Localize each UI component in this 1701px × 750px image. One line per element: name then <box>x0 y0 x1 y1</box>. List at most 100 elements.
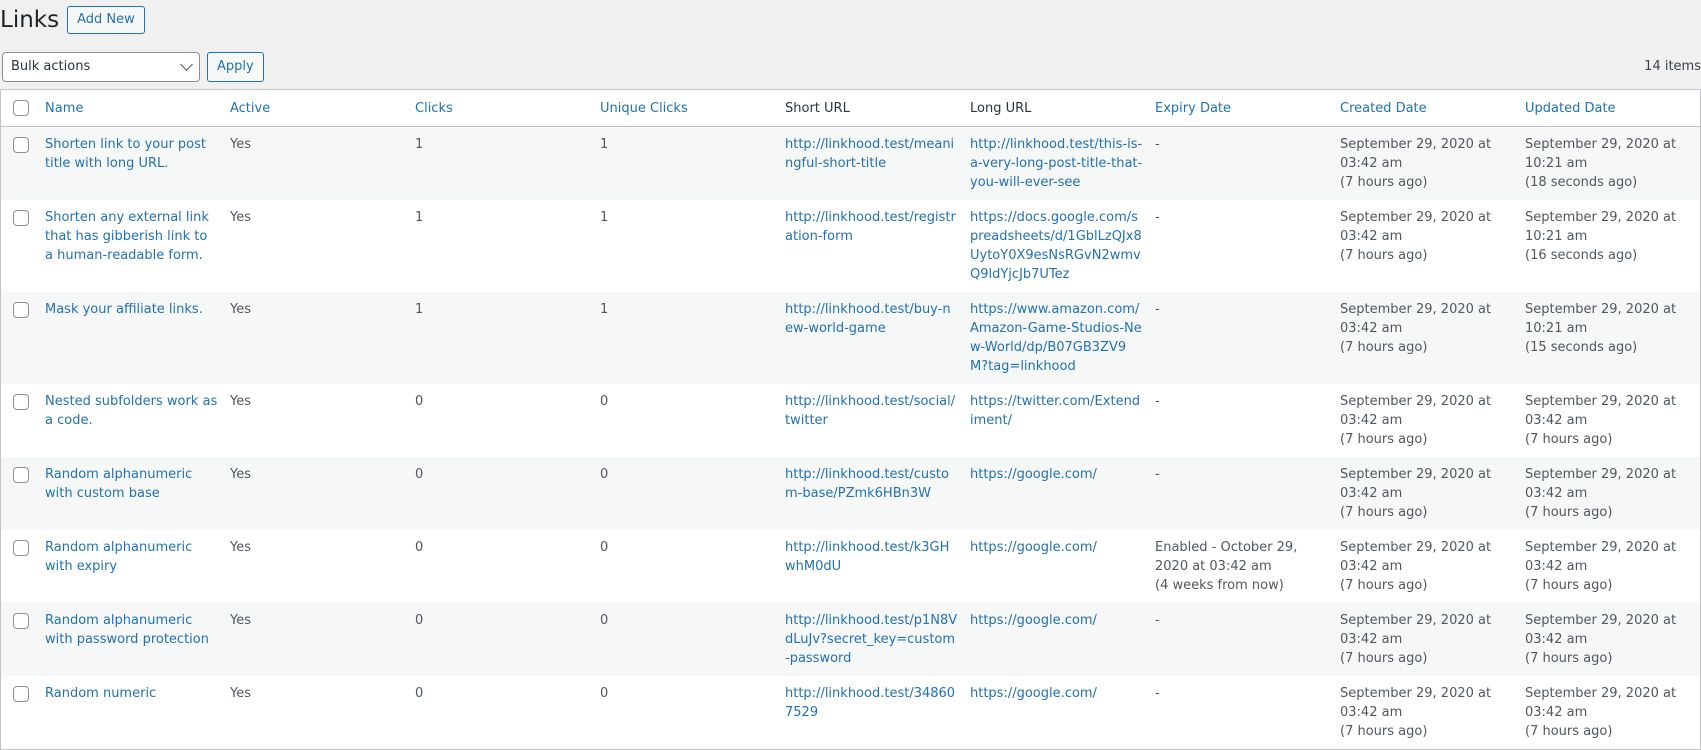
link-long-url[interactable]: https://google.com/ <box>964 530 1149 603</box>
link-created-date: September 29, 2020 at 03:42 am (7 hours a… <box>1334 384 1519 457</box>
link-clicks: 0 <box>415 467 424 482</box>
updated-value: September 29, 2020 at 03:42 am <box>1525 613 1677 647</box>
link-updated-date: September 29, 2020 at 03:42 am (7 hours a… <box>1519 676 1700 749</box>
link-expiry-date: - <box>1149 676 1334 749</box>
row-checkbox[interactable] <box>13 394 29 410</box>
link-expiry-date: - <box>1149 384 1334 457</box>
column-expiry-date[interactable]: Expiry Date <box>1149 90 1334 127</box>
link-short-url[interactable]: http://linkhood.test/348607529 <box>779 676 964 749</box>
row-checkbox[interactable] <box>13 210 29 226</box>
link-long-url[interactable]: https://google.com/ <box>964 457 1149 530</box>
add-new-button[interactable]: Add New <box>67 6 145 34</box>
link-name[interactable]: Random alphanumeric with expiry <box>39 530 224 603</box>
row-select-cell <box>1 676 39 749</box>
link-updated-date: September 29, 2020 at 03:42 am (7 hours a… <box>1519 530 1700 603</box>
link-name[interactable]: Random alphanumeric with custom base <box>39 457 224 530</box>
link-short-url[interactable]: http://linkhood.test/k3GHwhM0dU <box>779 530 964 603</box>
row-select-cell <box>1 127 39 201</box>
created-value: September 29, 2020 at 03:42 am <box>1340 394 1492 428</box>
updated-relative: (7 hours ago) <box>1525 432 1613 447</box>
link-short-url[interactable]: http://linkhood.test/custom-base/PZmk6HB… <box>779 457 964 530</box>
created-value: September 29, 2020 at 03:42 am <box>1340 467 1492 501</box>
apply-button[interactable]: Apply <box>207 52 264 82</box>
updated-value: September 29, 2020 at 10:21 am <box>1525 302 1677 336</box>
link-name[interactable]: Mask your affiliate links. <box>39 292 224 384</box>
table-row: Mask your affiliate links. Yes 1 1 http:… <box>1 292 1700 384</box>
link-unique-clicks: 0 <box>600 467 609 482</box>
expiry-relative: (4 weeks from now) <box>1155 578 1284 593</box>
link-name[interactable]: Shorten link to your post title with lon… <box>39 127 224 201</box>
column-long-url: Long URL <box>964 90 1149 127</box>
row-checkbox[interactable] <box>13 686 29 702</box>
table-row: Random alphanumeric with expiry Yes 0 0 … <box>1 530 1700 603</box>
table-row: Nested subfolders work as a code. Yes 0 … <box>1 384 1700 457</box>
table-toolbar: Bulk actions Apply 14 items <box>0 52 1701 82</box>
link-created-date: September 29, 2020 at 03:42 am (7 hours a… <box>1334 676 1519 749</box>
select-all-checkbox[interactable] <box>13 100 29 116</box>
created-value: September 29, 2020 at 03:42 am <box>1340 540 1492 574</box>
row-checkbox[interactable] <box>13 613 29 629</box>
table-row: Shorten any external link that has gibbe… <box>1 200 1700 292</box>
link-created-date: September 29, 2020 at 03:42 am (7 hours a… <box>1334 603 1519 676</box>
link-updated-date: September 29, 2020 at 10:21 am (15 second… <box>1519 292 1700 384</box>
link-created-date: September 29, 2020 at 03:42 am (7 hours a… <box>1334 457 1519 530</box>
updated-value: September 29, 2020 at 03:42 am <box>1525 686 1677 720</box>
link-long-url[interactable]: https://google.com/ <box>964 603 1149 676</box>
link-long-url[interactable]: https://docs.google.com/spreadsheets/d/1… <box>964 200 1149 292</box>
link-short-url[interactable]: http://linkhood.test/social/twitter <box>779 384 964 457</box>
chevron-down-icon <box>180 58 193 71</box>
created-relative: (7 hours ago) <box>1340 432 1428 447</box>
row-select-cell <box>1 457 39 530</box>
link-updated-date: September 29, 2020 at 03:42 am (7 hours a… <box>1519 457 1700 530</box>
link-long-url[interactable]: http://linkhood.test/this-is-a-very-long… <box>964 127 1149 201</box>
expiry-value: - <box>1155 686 1160 701</box>
bulk-actions-value: Bulk actions <box>11 59 91 74</box>
links-table: Name Active Clicks Unique Clicks Short U… <box>0 89 1701 750</box>
select-all-cell <box>1 90 39 127</box>
column-short-url: Short URL <box>779 90 964 127</box>
column-name[interactable]: Name <box>39 90 224 127</box>
column-created-date[interactable]: Created Date <box>1334 90 1519 127</box>
link-active: Yes <box>230 394 251 409</box>
link-name[interactable]: Random numeric <box>39 676 224 749</box>
link-short-url[interactable]: http://linkhood.test/meaningful-short-ti… <box>779 127 964 201</box>
bulk-actions-select[interactable]: Bulk actions <box>2 52 200 82</box>
link-updated-date: September 29, 2020 at 10:21 am (18 second… <box>1519 127 1700 201</box>
link-name[interactable]: Shorten any external link that has gibbe… <box>39 200 224 292</box>
link-name[interactable]: Random alphanumeric with password protec… <box>39 603 224 676</box>
column-active[interactable]: Active <box>224 90 409 127</box>
items-count: 14 items <box>1644 59 1701 74</box>
expiry-value: Enabled - October 29, 2020 at 03:42 am <box>1155 540 1298 574</box>
expiry-value: - <box>1155 137 1160 152</box>
row-checkbox[interactable] <box>13 467 29 483</box>
link-active: Yes <box>230 540 251 555</box>
expiry-value: - <box>1155 467 1160 482</box>
row-select-cell <box>1 530 39 603</box>
link-clicks: 0 <box>415 540 424 555</box>
created-relative: (7 hours ago) <box>1340 505 1428 520</box>
updated-relative: (15 seconds ago) <box>1525 340 1638 355</box>
link-long-url[interactable]: https://google.com/ <box>964 676 1149 749</box>
link-short-url[interactable]: http://linkhood.test/buy-new-world-game <box>779 292 964 384</box>
link-unique-clicks: 0 <box>600 540 609 555</box>
column-updated-date[interactable]: Updated Date <box>1519 90 1700 127</box>
column-clicks[interactable]: Clicks <box>409 90 594 127</box>
link-created-date: September 29, 2020 at 03:42 am (7 hours a… <box>1334 127 1519 201</box>
link-short-url[interactable]: http://linkhood.test/registration-form <box>779 200 964 292</box>
created-value: September 29, 2020 at 03:42 am <box>1340 686 1492 720</box>
expiry-value: - <box>1155 613 1160 628</box>
created-relative: (7 hours ago) <box>1340 340 1428 355</box>
link-long-url[interactable]: https://www.amazon.com/Amazon-Game-Studi… <box>964 292 1149 384</box>
link-clicks: 1 <box>415 137 424 152</box>
row-checkbox[interactable] <box>13 540 29 556</box>
link-active: Yes <box>230 686 251 701</box>
row-checkbox[interactable] <box>13 302 29 318</box>
link-active: Yes <box>230 613 251 628</box>
link-short-url[interactable]: http://linkhood.test/p1N8VdLuJv?secret_k… <box>779 603 964 676</box>
row-checkbox[interactable] <box>13 137 29 153</box>
link-name[interactable]: Nested subfolders work as a code. <box>39 384 224 457</box>
column-unique-clicks[interactable]: Unique Clicks <box>594 90 779 127</box>
link-long-url[interactable]: https://twitter.com/Extendiment/ <box>964 384 1149 457</box>
created-value: September 29, 2020 at 03:42 am <box>1340 302 1492 336</box>
link-clicks: 0 <box>415 613 424 628</box>
